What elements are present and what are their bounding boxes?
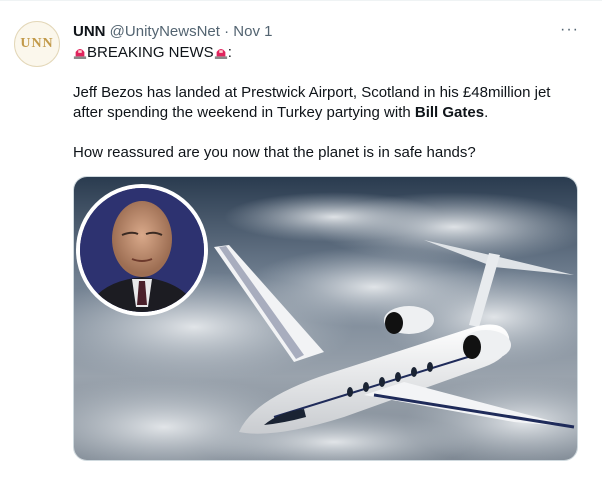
- paragraph-1: Jeff Bezos has landed at Prestwick Airpo…: [73, 83, 573, 123]
- police-siren-icon: [214, 48, 227, 59]
- avatar[interactable]: UNN: [14, 21, 60, 67]
- paragraph-1-end: .: [484, 104, 489, 121]
- headline-line: BREAKING NEWS :: [73, 43, 573, 63]
- jet-photo: [74, 177, 577, 460]
- tweet-card[interactable]: UNN UNN @UnityNewsNet · Nov 1 ··· BREAKI…: [0, 0, 602, 481]
- handle[interactable]: @UnityNewsNet: [110, 23, 220, 40]
- timestamp[interactable]: Nov 1: [233, 23, 272, 40]
- tweet-media-image[interactable]: [73, 176, 578, 461]
- separator: ·: [224, 23, 230, 40]
- mention-bill-gates: Bill Gates: [414, 104, 485, 121]
- more-options-icon[interactable]: ···: [560, 21, 579, 39]
- paragraph-2: How reassured are you now that the plane…: [73, 144, 476, 161]
- police-siren-icon: [73, 48, 87, 59]
- headline-suffix: :: [227, 44, 232, 61]
- tweet-header: UNN @UnityNewsNet · Nov 1: [73, 22, 272, 42]
- avatar-logo-text: UNN: [20, 36, 54, 51]
- headline-text: BREAKING NEWS: [87, 44, 214, 61]
- tweet-text: BREAKING NEWS : Jeff Bezos has landed at…: [73, 43, 573, 163]
- display-name[interactable]: UNN: [73, 23, 106, 40]
